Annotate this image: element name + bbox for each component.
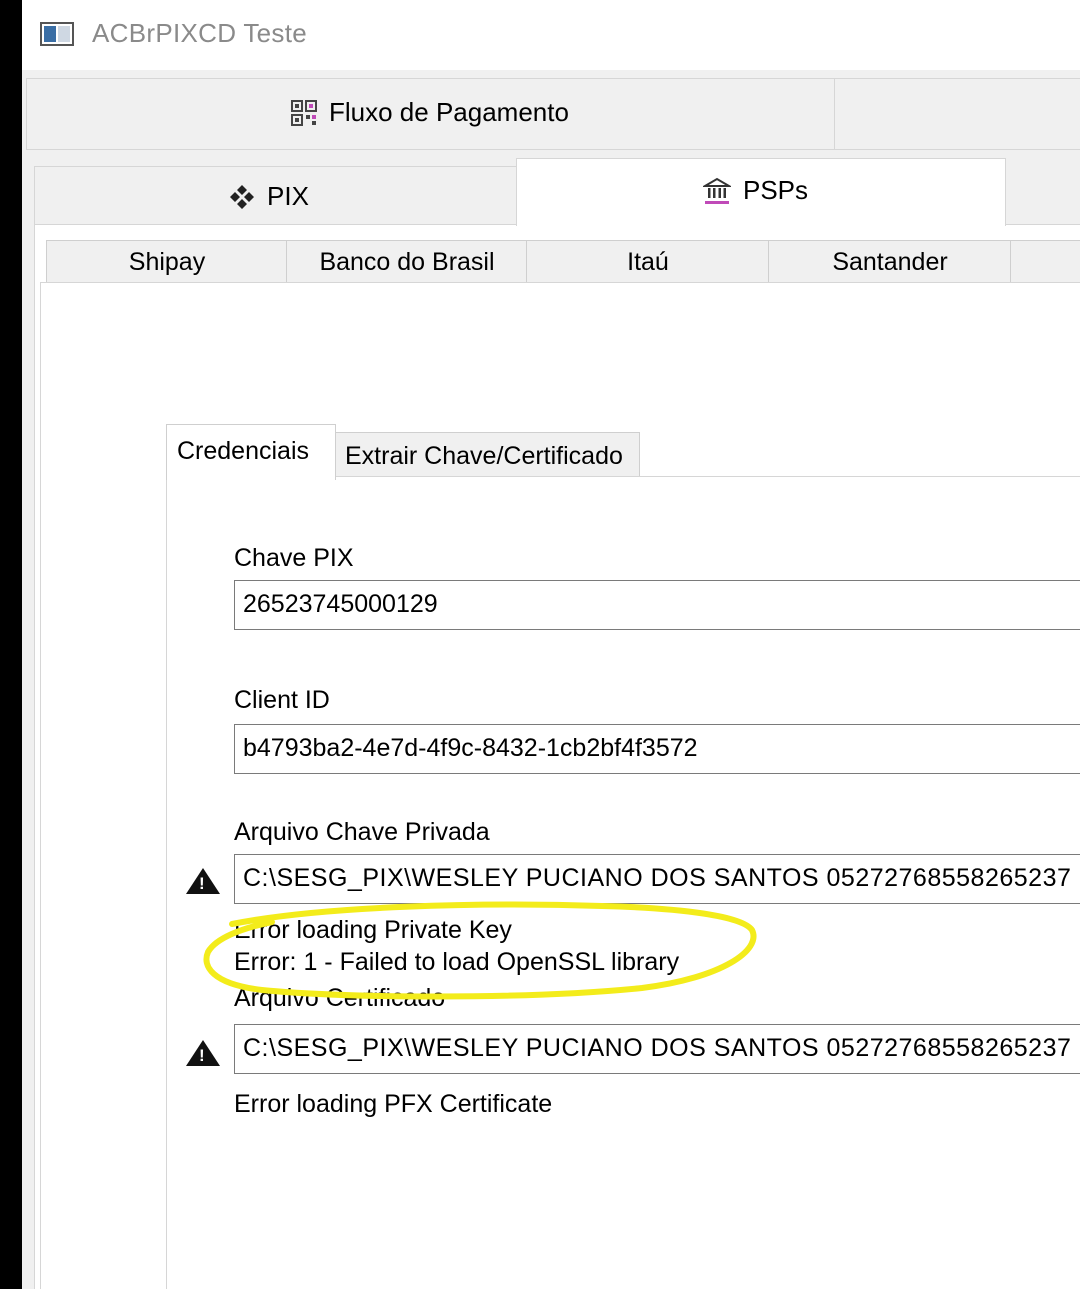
- tab-label: Extrair Chave/Certificado: [345, 442, 623, 470]
- qr-code-icon: [291, 99, 317, 126]
- tab-shipay[interactable]: Shipay: [46, 240, 288, 284]
- tab-extrair-chave-certificado[interactable]: Extrair Chave/Certificado: [334, 432, 640, 480]
- tab-label: Itaú: [627, 248, 669, 276]
- sub-tab-bar: PIX PSPs: [34, 158, 1080, 226]
- app-icon: [40, 22, 74, 46]
- tab-santander[interactable]: Santander: [768, 240, 1012, 284]
- psp-tab-bar: Shipay Banco do Brasil Itaú Santander: [46, 240, 1080, 284]
- tab-label: Banco do Brasil: [319, 248, 495, 276]
- tab-more[interactable]: [1010, 240, 1080, 284]
- warning-icon: [186, 868, 220, 894]
- tab-label: PSPs: [743, 175, 809, 205]
- tab-banco-do-brasil[interactable]: Banco do Brasil: [286, 240, 528, 284]
- tab-itau[interactable]: Itaú: [526, 240, 770, 284]
- client-id-input[interactable]: b4793ba2-4e7d-4f9c-8432-1cb2bf4f3572: [234, 724, 1080, 774]
- tab-label: Fluxo de Pagamento: [329, 97, 569, 127]
- chave-pix-input[interactable]: 26523745000129: [234, 580, 1080, 630]
- app-window: ACBrPIXCD Teste Fluxo de Pagamento PIX P…: [22, 0, 1080, 1289]
- certificado-error: Error loading PFX Certificate: [234, 1090, 553, 1118]
- tab-label: PIX: [267, 181, 309, 211]
- chave-privada-label: Arquivo Chave Privada: [234, 818, 490, 846]
- title-bar: ACBrPIXCD Teste: [22, 0, 1080, 70]
- client-id-label: Client ID: [234, 686, 330, 714]
- tab-credenciais[interactable]: Credenciais: [166, 424, 336, 480]
- warning-icon: [186, 1040, 220, 1066]
- tab-label: Santander: [832, 248, 948, 276]
- tab-psps[interactable]: PSPs: [516, 158, 1006, 226]
- tab-label: Shipay: [128, 248, 206, 276]
- tab-fluxo-de-pagamento[interactable]: Fluxo de Pagamento: [26, 78, 836, 150]
- tab-pix[interactable]: PIX: [34, 166, 518, 226]
- highlight-annotation: [203, 901, 757, 1000]
- chave-pix-label: Chave PIX: [234, 544, 354, 572]
- bank-icon: [703, 177, 731, 204]
- window-title: ACBrPIXCD Teste: [92, 18, 307, 48]
- tab-label: Credenciais: [177, 437, 310, 465]
- certificado-input[interactable]: C:\SESG_PIX\WESLEY PUCIANO DOS SANTOS 05…: [234, 1024, 1080, 1074]
- chave-privada-input[interactable]: C:\SESG_PIX\WESLEY PUCIANO DOS SANTOS 05…: [234, 854, 1080, 904]
- pix-diamond-icon: [230, 184, 254, 209]
- tab-secondary[interactable]: [834, 78, 1080, 150]
- main-tab-bar: Fluxo de Pagamento: [26, 78, 1080, 152]
